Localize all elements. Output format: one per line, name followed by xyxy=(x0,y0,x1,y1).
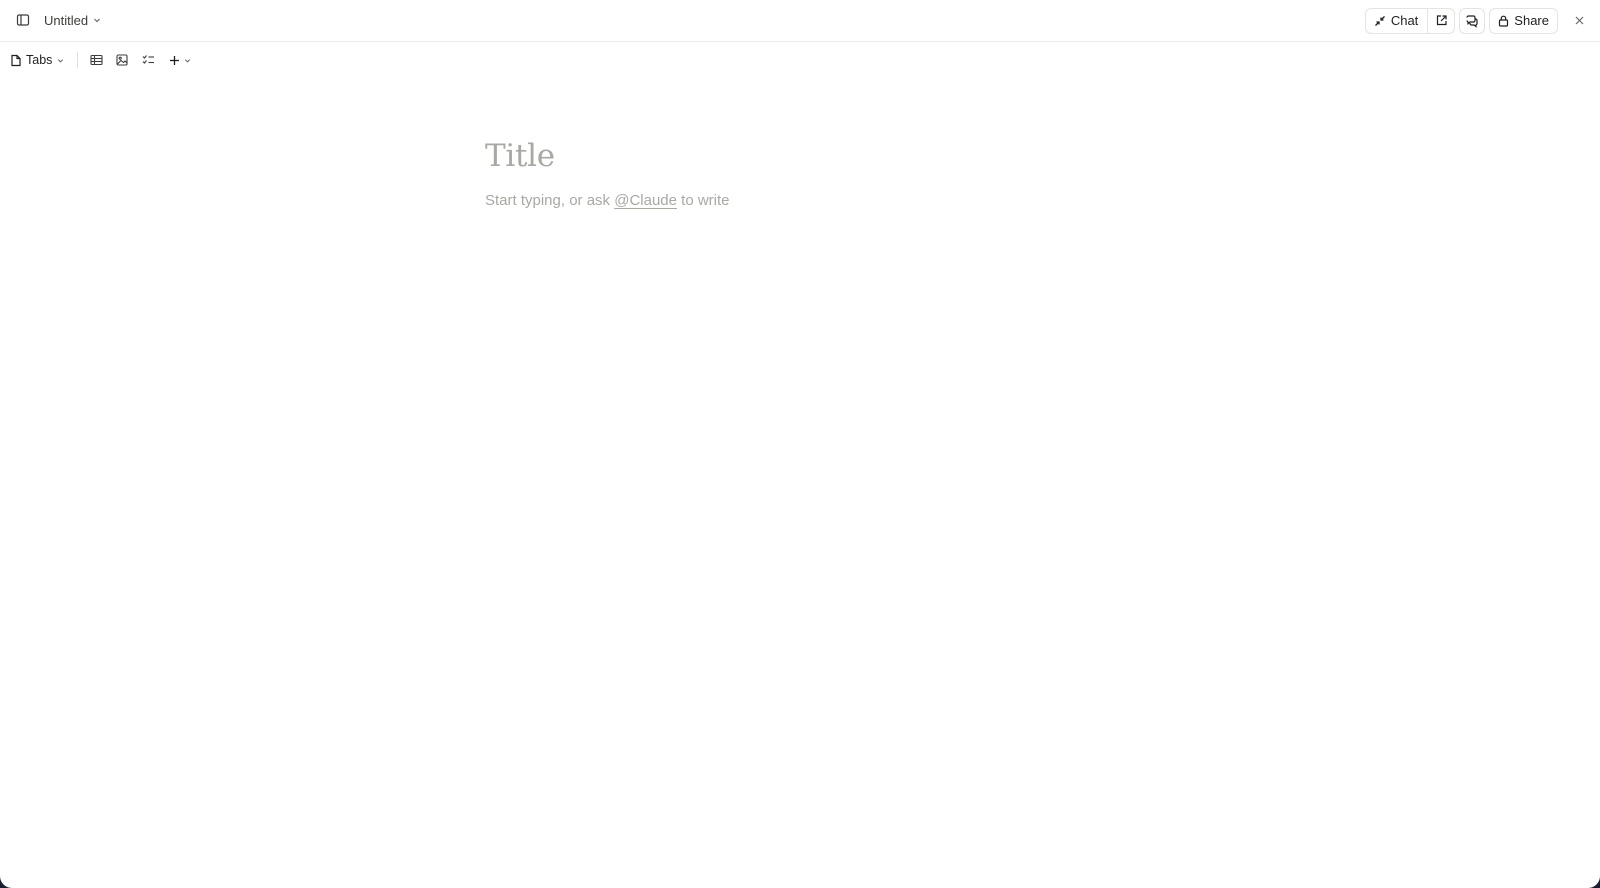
plus-icon xyxy=(169,55,180,66)
chevron-down-icon xyxy=(183,56,192,65)
body-input[interactable]: Start typing, or ask @Claude to write xyxy=(485,190,1125,212)
toolbar-divider xyxy=(77,52,78,68)
insert-more-dropdown[interactable] xyxy=(164,50,196,70)
chat-button[interactable]: Chat xyxy=(1366,8,1429,33)
document-editor[interactable]: Title Start typing, or ask @Claude to wr… xyxy=(485,134,1125,212)
close-button[interactable] xyxy=(1568,10,1590,32)
checklist-icon xyxy=(142,54,155,66)
document-window: Untitled Chat Share Tabs Title Start typ… xyxy=(0,0,1600,888)
external-link-icon xyxy=(1435,14,1448,27)
body-placeholder-prefix: Start typing, or ask xyxy=(485,192,615,209)
close-icon xyxy=(1574,15,1585,26)
comments-icon xyxy=(1465,14,1479,28)
chevron-down-icon xyxy=(56,56,65,65)
share-button[interactable]: Share xyxy=(1489,7,1558,34)
chevron-down-icon xyxy=(92,15,102,25)
insert-image-button[interactable] xyxy=(112,50,132,70)
chat-button-group: Chat xyxy=(1364,7,1456,34)
insert-table-button[interactable] xyxy=(86,50,106,70)
insert-checklist-button[interactable] xyxy=(138,50,158,70)
chat-label: Chat xyxy=(1390,13,1419,28)
tabs-label: Tabs xyxy=(26,53,53,67)
table-icon xyxy=(89,54,103,66)
sidebar-toggle-button[interactable] xyxy=(12,9,34,31)
sidebar-toggle-icon xyxy=(16,13,30,27)
document-title: Untitled xyxy=(44,12,89,28)
tabs-dropdown[interactable]: Tabs xyxy=(10,50,65,70)
document-title-dropdown[interactable]: Untitled xyxy=(44,10,102,30)
document-icon xyxy=(10,54,22,67)
lock-icon xyxy=(1498,15,1509,27)
top-bar: Untitled Chat Share xyxy=(0,0,1600,42)
comments-button[interactable] xyxy=(1459,7,1486,34)
top-right-actions: Chat Share xyxy=(1364,7,1590,34)
image-icon xyxy=(116,54,128,66)
body-placeholder-suffix: to write xyxy=(677,192,730,209)
share-label: Share xyxy=(1514,13,1549,28)
collapse-arrows-icon xyxy=(1374,15,1386,27)
title-input[interactable]: Title xyxy=(485,134,1125,178)
open-external-button[interactable] xyxy=(1428,9,1454,33)
claude-mention-link[interactable]: @Claude xyxy=(614,192,677,209)
editor-toolbar: Tabs xyxy=(0,48,1600,72)
